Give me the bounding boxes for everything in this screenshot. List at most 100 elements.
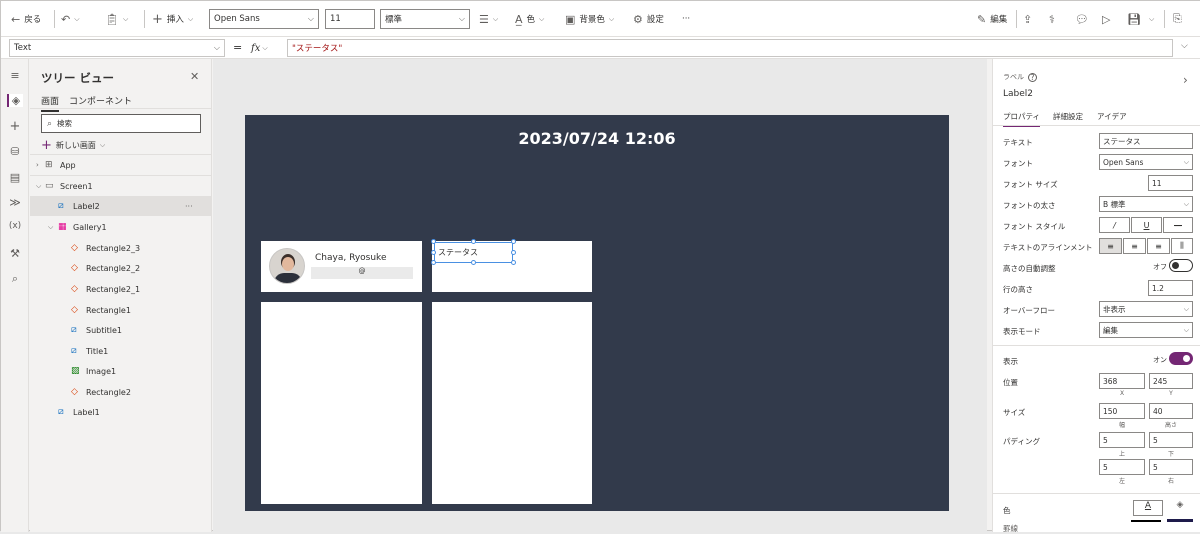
back-button[interactable]: ← 戻る — [11, 1, 41, 37]
tree-search-input[interactable]: ⌕ 検索 — [41, 114, 201, 133]
app-icon: ⊞ — [45, 160, 53, 170]
fill-icon[interactable]: ◈ — [1167, 500, 1193, 516]
strikethrough-icon[interactable]: — — [1163, 217, 1193, 233]
gallery-card[interactable] — [261, 302, 422, 504]
comments-button[interactable]: 💬︎ — [1075, 1, 1089, 37]
app-screen[interactable]: 2023/07/24 12:06 Chaya, Ryosuke @ ステータス — [245, 115, 949, 511]
save-menu-button[interactable]: ⌵ — [1149, 1, 1154, 37]
gallery-card[interactable]: ステータス — [431, 239, 592, 292]
tree-item-image1[interactable]: ▨ Image1 — [30, 361, 211, 381]
resize-handle[interactable] — [431, 260, 436, 265]
plus-icon[interactable]: + — [7, 119, 23, 134]
tab-advanced[interactable]: 詳細設定 — [1053, 111, 1083, 122]
tree-item-label2[interactable]: ⧄ Label2 ··· — [30, 196, 211, 216]
hamburger-icon[interactable]: ≡ — [7, 69, 23, 82]
help-icon[interactable]: ? — [1028, 72, 1037, 82]
resize-handle[interactable] — [431, 239, 436, 244]
font-size-input[interactable]: 11 — [325, 9, 375, 29]
visible-toggle[interactable] — [1169, 352, 1193, 365]
width-input[interactable]: 150 — [1099, 403, 1145, 419]
media-icon[interactable]: ▤ — [7, 171, 23, 184]
chevron-down-icon: ⌵ — [48, 222, 54, 231]
preview-button[interactable]: ▷ — [1102, 1, 1110, 37]
settings-button[interactable]: ⚙ 設定 — [633, 1, 664, 37]
align-justify-icon[interactable]: ⫼ — [1171, 238, 1193, 254]
tab-screens[interactable]: 画面 — [41, 94, 60, 112]
height-input[interactable]: 40 — [1149, 403, 1193, 419]
tree-item-app[interactable]: › ⊞ App — [30, 155, 211, 175]
checker-button[interactable]: ⚕ — [1049, 1, 1055, 37]
tree-item-gallery1[interactable]: ⌵ ▦ Gallery1 — [30, 217, 211, 237]
align-left-icon[interactable]: ≡ — [1099, 238, 1122, 254]
insert-button[interactable]: + 挿入 ⌵ — [152, 1, 193, 37]
tree-item-rectangle2-1[interactable]: ◇ Rectangle2_1 — [30, 279, 211, 299]
weight-prop-dropdown[interactable]: B 標準 ⌵ — [1099, 196, 1193, 212]
tree-item-subtitle1[interactable]: ⧄ Subtitle1 — [30, 320, 211, 340]
position-y-input[interactable]: 245 — [1149, 373, 1193, 389]
font-prop-dropdown[interactable]: Open Sans ⌵ — [1099, 154, 1193, 170]
tree-item-screen1[interactable]: ⌵ ▭ Screen1 — [30, 176, 211, 196]
align-center-icon[interactable]: ≡ — [1123, 238, 1146, 254]
advanced-tools-icon[interactable]: ⚒ — [7, 247, 23, 260]
lineheight-prop-input[interactable]: 1.2 — [1148, 280, 1193, 296]
resize-handle[interactable] — [511, 260, 516, 265]
publish-button[interactable]: ⎘ — [1173, 1, 1182, 37]
layers-icon[interactable]: ◈ — [7, 94, 23, 107]
property-dropdown[interactable]: Text ⌵ — [9, 39, 225, 57]
color-button[interactable]: A̲ 色 ⌵ — [515, 1, 544, 37]
close-icon[interactable]: ✕ — [190, 70, 199, 83]
fill-button[interactable]: ▣ 背景色 ⌵ — [565, 1, 614, 37]
size-prop-input[interactable]: 11 — [1148, 175, 1193, 191]
italic-icon[interactable]: / — [1099, 217, 1130, 233]
font-dropdown[interactable]: Open Sans ⌵ — [209, 9, 319, 29]
resize-handle[interactable] — [511, 239, 516, 244]
padding-bottom-input[interactable]: 5 — [1149, 432, 1193, 448]
font-color-picker[interactable]: A — [1133, 500, 1163, 516]
position-x-input[interactable]: 368 — [1099, 373, 1145, 389]
underline-icon[interactable]: U — [1131, 217, 1162, 233]
tree-item-rectangle2-3[interactable]: ◇ Rectangle2_3 — [30, 238, 211, 258]
tab-ideas[interactable]: アイデア — [1097, 111, 1127, 122]
overflow-prop-dropdown[interactable]: 非表示 ⌵ — [1099, 301, 1193, 317]
chevron-down-icon: ⌵ — [307, 14, 314, 23]
mode-prop-dropdown[interactable]: 編集 ⌵ — [1099, 322, 1193, 338]
formula-input[interactable]: "ステータス" — [287, 39, 1173, 57]
edit-button[interactable]: ✎ 編集 — [977, 1, 1007, 37]
variables-icon[interactable]: (x) — [7, 221, 23, 231]
more-options-icon[interactable]: ··· — [185, 202, 193, 211]
tree-item-rectangle1[interactable]: ◇ Rectangle1 — [30, 300, 211, 320]
align-button[interactable]: ☰ ⌵ — [479, 1, 498, 37]
control-name[interactable]: Label2 — [1003, 89, 1033, 99]
tree-item-title1[interactable]: ⧄ Title1 — [30, 341, 211, 361]
align-right-icon[interactable]: ≡ — [1147, 238, 1170, 254]
undo-button[interactable]: ↶ ⌵ — [61, 1, 80, 37]
expand-formula-icon[interactable]: ⌵ — [1181, 41, 1188, 51]
text-prop-input[interactable]: ステータス — [1099, 133, 1193, 149]
database-icon[interactable]: ⛁ — [7, 145, 23, 158]
padding-top-input[interactable]: 5 — [1099, 432, 1145, 448]
function-button[interactable]: fx ⌵ — [251, 39, 285, 57]
resize-handle[interactable] — [471, 260, 476, 265]
tree-item-rectangle2[interactable]: ◇ Rectangle2 — [30, 382, 211, 402]
search-icon[interactable]: ⌕ — [7, 272, 23, 286]
tree-item-label1[interactable]: ⧄ Label1 — [30, 402, 211, 422]
autoheight-toggle[interactable] — [1169, 259, 1193, 272]
share-button[interactable]: ⇪ — [1023, 1, 1032, 37]
power-automate-icon[interactable]: ≫ — [7, 196, 23, 209]
font-weight-dropdown[interactable]: 標準 ⌵ — [380, 9, 470, 29]
resize-handle[interactable] — [471, 239, 476, 244]
new-screen-button[interactable]: + 新しい画面 ⌵ — [41, 138, 105, 153]
gallery-card[interactable]: Chaya, Ryosuke @ — [261, 241, 422, 292]
tab-components[interactable]: コンポーネント — [69, 94, 132, 107]
datetime-label[interactable]: 2023/07/24 12:06 — [245, 129, 949, 148]
resize-handle[interactable] — [431, 250, 436, 255]
padding-right-input[interactable]: 5 — [1149, 459, 1193, 475]
save-button[interactable]: 💾︎ — [1127, 1, 1141, 37]
more-button[interactable]: ··· — [682, 1, 690, 37]
paste-button[interactable]: 📋︎ ⌵ — [105, 1, 128, 37]
padding-left-input[interactable]: 5 — [1099, 459, 1145, 475]
chevron-right-icon[interactable]: › — [1183, 73, 1188, 87]
gallery-card[interactable] — [432, 302, 592, 504]
tree-item-rectangle2-2[interactable]: ◇ Rectangle2_2 — [30, 258, 211, 278]
resize-handle[interactable] — [511, 250, 516, 255]
